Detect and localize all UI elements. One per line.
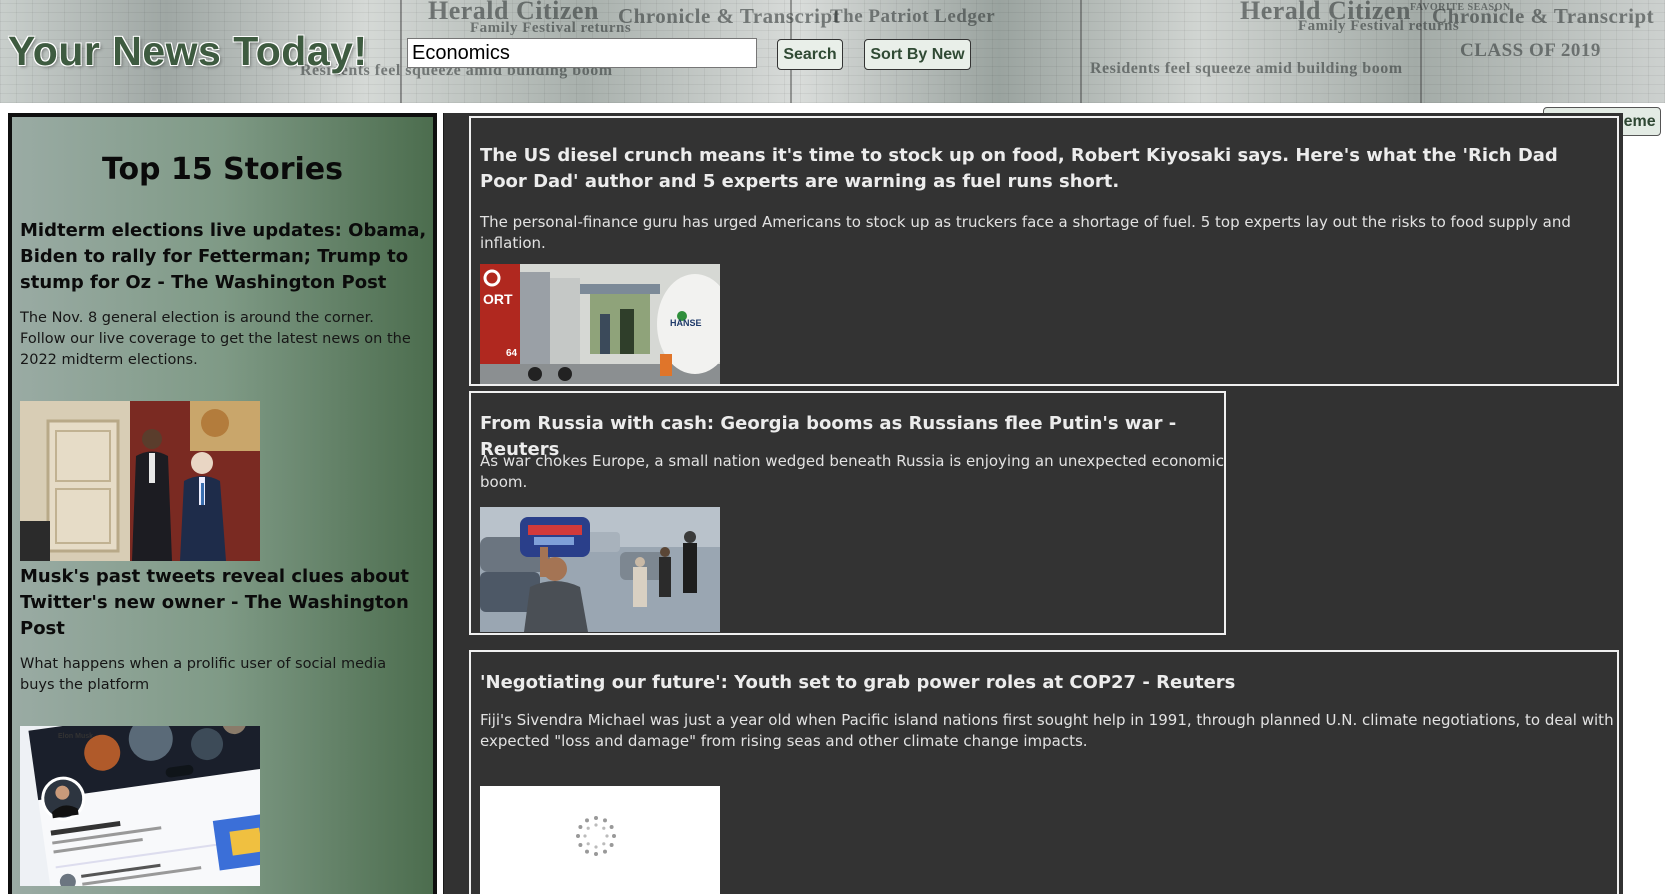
article-image-placeholder[interactable] [480,786,720,894]
top-story-headline[interactable]: Musk's past tweets reveal clues about Tw… [20,564,433,642]
top-story-item: Midterm elections live updates: Obama, B… [20,218,433,561]
search-button[interactable]: Search [777,39,843,70]
truck-sign-text: ORT [483,291,513,307]
newspaper-background-text: Chronicle & Transcript [618,4,841,28]
top-story-description: What happens when a prolific user of soc… [20,656,387,693]
site-title: Your News Today! [8,28,368,74]
top-story-headline[interactable]: Midterm elections live updates: Obama, B… [20,218,433,296]
loading-spinner-icon [576,816,616,856]
newspaper-fold [1420,0,1422,103]
top-story-description: The Nov. 8 general election is around th… [20,310,411,368]
page-header: Herald Citizen Family Festival returns C… [0,0,1665,103]
twitter-profile-photo-icon[interactable]: Elon Musk [20,726,260,886]
newspaper-background-text: Family Festival returns [470,20,632,36]
twitter-name-caption: Elon Musk [58,733,93,740]
newspaper-background-text: Residents feel squeeze amid building boo… [1090,60,1403,77]
newspaper-background-text: FAVORITE SEASON [1410,2,1511,13]
man-carrying-bag-photo-icon[interactable] [480,507,720,632]
article-description: The personal-finance guru has urged Amer… [480,213,1571,252]
truck-number-text: 64 [506,348,518,359]
article-card: The US diesel crunch means it's time to … [469,116,1619,386]
news-feed: The US diesel crunch means it's time to … [443,113,1623,894]
article-description: As war chokes Europe, a small nation wed… [480,452,1224,491]
search-input[interactable] [407,38,757,68]
top-stories-sidebar: Top 15 Stories Midterm elections live up… [8,113,437,894]
tank-logo-text: HANSE [670,318,702,328]
sidebar-title: Top 15 Stories [101,152,344,187]
article-card: From Russia with cash: Georgia booms as … [469,391,1226,635]
newspaper-background-text: The Patriot Ledger [830,6,996,27]
fuel-trucks-photo-icon[interactable]: ORT 64 HANSE [480,264,720,384]
article-card: 'Negotiating our future': Youth set to g… [469,650,1619,894]
newspaper-fold [1080,0,1082,103]
article-headline[interactable]: 'Negotiating our future': Youth set to g… [480,670,1600,696]
article-description: Fiji's Sivendra Michael was just a year … [480,711,1614,750]
sort-by-new-button[interactable]: Sort By New [864,39,971,70]
obama-biden-photo-icon[interactable] [20,401,260,561]
article-headline[interactable]: The US diesel crunch means it's time to … [480,143,1600,195]
top-story-item: Musk's past tweets reveal clues about Tw… [20,564,433,886]
newspaper-background-text: CLASS OF 2019 [1460,40,1601,61]
newspaper-fold [400,0,402,103]
